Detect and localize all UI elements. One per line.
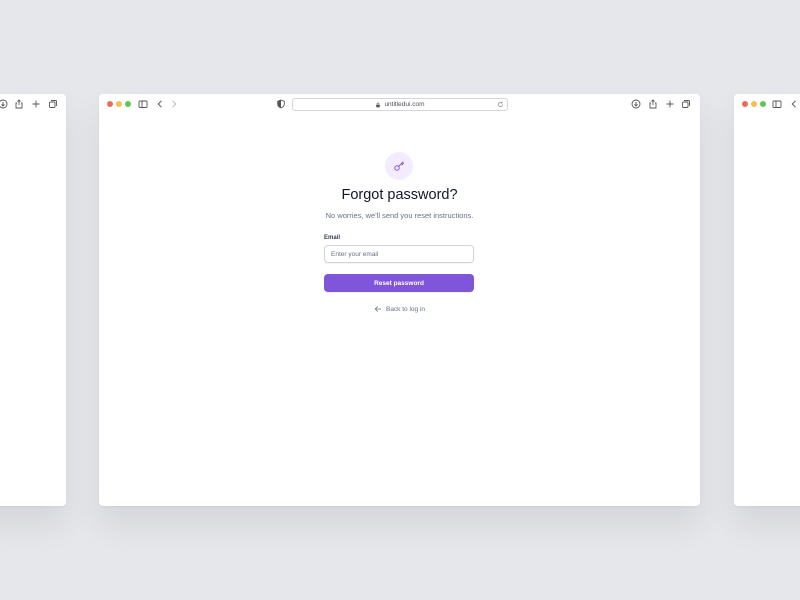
minimize-window-button[interactable]: [116, 101, 122, 107]
sidebar-toggle-icon[interactable]: [137, 98, 149, 110]
browser-window-right: [734, 94, 800, 506]
new-tab-icon[interactable]: [30, 98, 42, 110]
browser-toolbar: [0, 94, 66, 114]
back-icon[interactable]: [154, 98, 166, 110]
close-window-button[interactable]: [742, 101, 748, 107]
download-icon[interactable]: [630, 98, 642, 110]
email-label: Email: [324, 235, 341, 241]
browser-window-main: untitledui.com Forgot password? No worri…: [99, 94, 700, 506]
download-icon[interactable]: [0, 98, 9, 110]
back-icon[interactable]: [788, 98, 800, 110]
key-icon: [394, 161, 404, 171]
browser-toolbar: [734, 94, 800, 114]
tabs-overview-icon[interactable]: [680, 98, 692, 110]
browser-window-left: [0, 94, 66, 506]
zoom-window-button[interactable]: [125, 101, 131, 107]
sidebar-toggle-icon[interactable]: [771, 98, 783, 110]
share-icon[interactable]: [13, 98, 25, 110]
reload-icon[interactable]: [497, 101, 504, 108]
zoom-window-button[interactable]: [760, 101, 766, 107]
privacy-shield-icon[interactable]: [275, 98, 287, 110]
close-window-button[interactable]: [107, 101, 113, 107]
key-icon-badge: [385, 152, 413, 180]
share-icon[interactable]: [647, 98, 659, 110]
tabs-overview-icon[interactable]: [47, 98, 59, 110]
address-bar[interactable]: untitledui.com: [292, 98, 508, 111]
address-bar-url: untitledui.com: [384, 101, 425, 108]
browser-toolbar: untitledui.com: [99, 94, 700, 114]
page-title: Forgot password?: [341, 187, 458, 203]
lock-icon: [376, 102, 381, 107]
new-tab-icon[interactable]: [664, 98, 676, 110]
back-to-login-label: Back to log in: [385, 305, 426, 313]
page-subtitle: No worries, we'll send you reset instruc…: [325, 211, 474, 220]
email-field[interactable]: [324, 245, 474, 263]
arrow-left-icon: [374, 306, 382, 312]
forward-icon[interactable]: [168, 98, 180, 110]
reset-password-button[interactable]: Reset password: [324, 274, 474, 292]
back-to-login-link[interactable]: Back to log in: [99, 305, 700, 313]
minimize-window-button[interactable]: [751, 101, 757, 107]
